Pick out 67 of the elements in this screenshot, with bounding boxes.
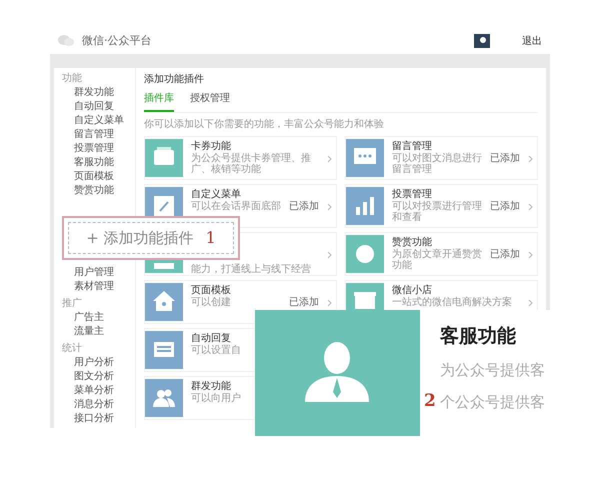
plugin-description: 可以对投票进行管理和查看 [392, 201, 482, 223]
plugin-description: 能力，打通线上与线下经营 [191, 264, 312, 275]
sidebar-item[interactable]: 流量主 [54, 325, 135, 339]
sidebar-heading: 推广 [61, 297, 83, 311]
platform-title: 微信·公众平台 [82, 32, 152, 49]
chevron-icon [528, 155, 533, 163]
sidebar-item[interactable]: 页面模板 [54, 170, 135, 184]
chevron-icon [528, 203, 533, 211]
description-text: 你可以添加以下你需要的功能，丰富公众号能力和体验 [144, 118, 385, 132]
sidebar-item[interactable]: 自定义菜单 [54, 114, 135, 128]
sidebar-item[interactable]: 消息分析 [54, 398, 135, 412]
plugin-title: 页面模板 [191, 285, 232, 296]
chevron-icon [327, 251, 332, 259]
sidebar-item[interactable]: 群发功能 [54, 86, 135, 100]
plugin-title: 投票管理 [392, 189, 433, 200]
plugin-description: 为公众号提供卡券管理、推广、核销等功能 [191, 153, 312, 175]
sidebar-item[interactable]: 赞赏功能 [54, 184, 135, 198]
sidebar-item[interactable]: 图文分析 [54, 370, 135, 384]
added-status: 已添加 [490, 249, 520, 260]
added-status: 已添加 [490, 153, 520, 164]
sidebar-item[interactable]: 客服功能 [54, 156, 135, 170]
plugin-title: 留言管理 [392, 141, 433, 152]
added-status: 已添加 [289, 201, 319, 212]
plugin-title: 自动回复 [191, 333, 232, 344]
sidebar-item[interactable]: 投票管理 [54, 142, 135, 156]
plugin-title: 自定义菜单 [191, 189, 242, 200]
plugin-card[interactable]: 赞赏功能 为原创文章开通赞赏功能 已添加 [345, 232, 538, 276]
plugin-description: 可以设置自 [191, 345, 242, 356]
plugin-card[interactable]: 投票管理 可以对投票进行管理和查看 已添加 [345, 184, 538, 228]
feature-text: 为公众号提供客 [440, 360, 546, 380]
chevron-icon [528, 299, 533, 307]
logo-icon [58, 35, 74, 47]
sidebar-item[interactable]: 素材管理 [54, 280, 135, 294]
plugin-description: 可以在会话界面底部 [191, 201, 281, 212]
page-title: 添加功能插件 [144, 72, 205, 87]
plugin-title: 微信小店 [392, 285, 433, 296]
plugin-card[interactable]: 留言管理 可以对图文消息进行留言管理 已添加 [345, 136, 538, 180]
plugin-description: 一站式的微信电商解决方案 [392, 297, 513, 308]
sidebar-item[interactable]: 用户管理 [54, 266, 135, 280]
sidebar-heading: 功能 [61, 72, 83, 86]
plugin-title: 赞赏功能 [392, 237, 433, 248]
sidebar-item[interactable]: 自动回复 [54, 100, 135, 114]
sidebar-heading: 统计 [61, 342, 83, 356]
sidebar-item[interactable]: 用户分析 [54, 356, 135, 370]
sidebar-item[interactable]: 留言管理 [54, 128, 135, 142]
added-status: 已添加 [490, 201, 520, 212]
plugin-description: 可以创建 [191, 297, 232, 308]
plugin-description: 为原创文章开通赞赏功能 [392, 249, 482, 271]
step-number: 2 [424, 390, 436, 413]
plugin-title: 群发功能 [191, 381, 232, 392]
chevron-icon [528, 251, 533, 259]
sidebar-item[interactable]: 菜单分析 [54, 384, 135, 398]
plugin-title: 卡券功能 [191, 141, 232, 152]
chevron-icon [327, 155, 332, 163]
logout-link[interactable]: 退出 [522, 34, 542, 48]
plugin-description: 可以对图文消息进行留言管理 [392, 153, 482, 175]
sidebar-item[interactable]: 广告主 [54, 311, 135, 325]
feature-title: 客服功能 [440, 324, 517, 349]
chevron-icon [327, 203, 332, 211]
plugin-card[interactable]: 卡券功能 为公众号提供卡券管理、推广、核销等功能 [144, 136, 337, 180]
added-status: 已添加 [289, 297, 319, 308]
tab[interactable]: 授权管理 [190, 91, 230, 112]
sidebar-item[interactable]: 接口分析 [54, 412, 135, 426]
feature-text: 个公众号提供客 [440, 392, 545, 412]
plugin-description: 可以向用户 [191, 393, 242, 404]
avatar-icon[interactable] [474, 34, 490, 48]
chevron-icon [327, 299, 332, 307]
